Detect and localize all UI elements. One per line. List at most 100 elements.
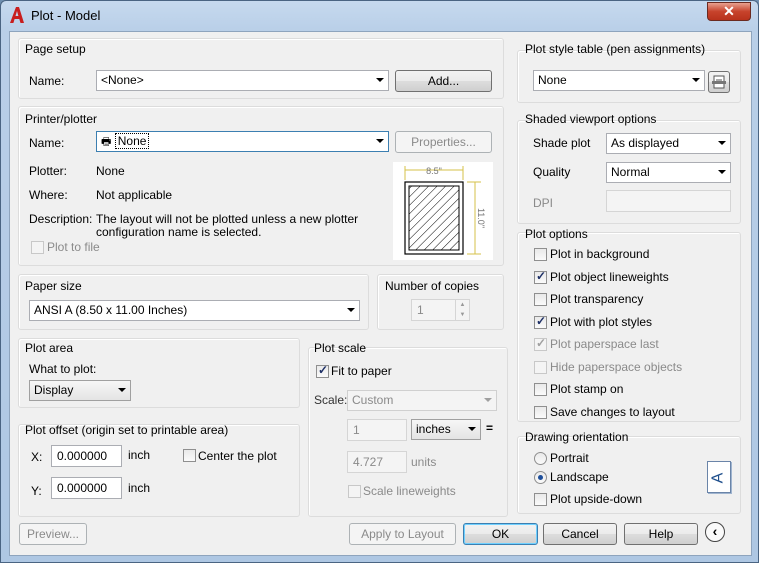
printer-properties-button[interactable]: Properties... — [395, 131, 492, 153]
plot-offset-title: Plot offset (origin set to printable are… — [25, 423, 229, 437]
offset-y-input[interactable]: 0.000000 — [51, 477, 122, 499]
plot-option-checkbox[interactable] — [534, 293, 547, 306]
scale-units-select[interactable]: inches — [411, 419, 481, 440]
plot-to-file-checkbox[interactable] — [31, 241, 44, 254]
center-plot-checkbox[interactable] — [183, 449, 196, 462]
quality-label: Quality — [533, 165, 571, 179]
what-to-plot-select[interactable]: Display — [29, 380, 131, 401]
upside-down-label: Plot upside-down — [550, 492, 643, 506]
upside-down-checkbox[interactable] — [534, 493, 547, 506]
drawing-orientation-title: Drawing orientation — [525, 430, 629, 444]
help-button[interactable]: Help — [624, 523, 698, 545]
close-button[interactable]: ✕ — [707, 2, 751, 21]
cancel-button[interactable]: Cancel — [543, 523, 617, 545]
printer-icon: 🖶 — [101, 136, 112, 148]
plot-option-label: Plot with plot styles — [550, 314, 653, 329]
preview-button[interactable]: Preview... — [19, 523, 87, 545]
plot-dialog-window: Plot - Model ✕ Page setup Name: <None> A… — [0, 0, 759, 563]
orientation-preview-letter: A — [709, 472, 727, 484]
scale-denominator-unit: units — [411, 455, 437, 469]
page-setup-name-label: Name: — [29, 74, 65, 88]
center-plot-label: Center the plot — [198, 449, 277, 463]
scale-numerator-value: 1 — [353, 423, 360, 437]
scale-denominator-value: 4.727 — [353, 455, 384, 469]
description-label: Description: — [29, 212, 93, 226]
page-setup-name-select[interactable]: <None> — [96, 70, 389, 91]
shaded-viewport-title: Shaded viewport options — [525, 112, 657, 126]
what-to-plot-label: What to plot: — [29, 362, 97, 376]
portrait-label: Portrait — [550, 451, 589, 465]
plot-option-label: Plot transparency — [550, 292, 644, 306]
dialog-body: Page setup Name: <None> Add... Printer/p… — [9, 31, 752, 556]
copies-input[interactable]: 1 ▲ ▼ — [411, 299, 470, 321]
landscape-radio[interactable] — [534, 471, 547, 484]
plot-option-label: Save changes to layout — [550, 404, 675, 419]
scale-denominator-input[interactable]: 4.727 — [347, 451, 407, 473]
paper-size-value: ANSI A (8.50 x 11.00 Inches) — [34, 303, 188, 317]
plot-style-title: Plot style table (pen assignments) — [525, 42, 706, 56]
copies-value: 1 — [417, 303, 424, 317]
plot-style-value: None — [538, 73, 567, 87]
chevron-left-icon: ‹ — [712, 523, 718, 539]
plot-option-label: Plot object lineweights — [550, 269, 669, 284]
plot-offset-group — [18, 424, 300, 517]
plotter-value: None — [96, 164, 125, 178]
apply-to-layout-button[interactable]: Apply to Layout — [349, 523, 456, 545]
scale-equals-sign: = — [486, 421, 494, 435]
offset-y-label: Y: — [31, 484, 42, 498]
offset-y-value: 0.000000 — [57, 481, 108, 495]
copies-up-icon[interactable]: ▲ — [456, 300, 469, 310]
plot-options-title: Plot options — [525, 227, 588, 241]
what-to-plot-value: Display — [34, 383, 74, 397]
paper-preview-icon: 8.5" 11.0" — [393, 162, 493, 260]
where-label: Where: — [29, 188, 68, 202]
paper-size-title: Paper size — [25, 279, 82, 293]
expand-options-button[interactable]: ‹ — [705, 522, 725, 542]
offset-y-unit: inch — [128, 481, 151, 495]
window-title: Plot - Model — [31, 8, 101, 23]
fit-to-paper-checkbox[interactable] — [316, 363, 329, 378]
plot-area-title: Plot area — [25, 341, 74, 355]
printer-name-select[interactable]: 🖶 None — [96, 131, 389, 152]
dpi-input[interactable] — [606, 190, 731, 212]
offset-x-input[interactable]: 0.000000 — [51, 445, 122, 467]
plot-option-checkbox[interactable] — [534, 383, 547, 396]
page-setup-name-value: <None> — [101, 73, 144, 87]
plot-option-checkbox[interactable] — [534, 248, 547, 261]
copies-spinner[interactable]: ▲ ▼ — [455, 300, 469, 320]
scale-lineweights-checkbox[interactable] — [348, 485, 361, 498]
printer-name-value: None — [114, 133, 150, 149]
plot-style-edit-icon — [712, 75, 726, 89]
plot-style-edit-button[interactable] — [708, 71, 730, 93]
plot-option-label: Plot paperspace last — [550, 337, 659, 351]
scale-numerator-input[interactable]: 1 — [347, 419, 407, 441]
orientation-preview-icon: A — [707, 461, 731, 493]
title-bar[interactable]: Plot - Model ✕ — [1, 1, 758, 31]
quality-value: Normal — [611, 165, 650, 179]
plot-option-checkbox[interactable] — [534, 314, 547, 329]
plot-option-checkbox[interactable] — [534, 405, 547, 419]
plot-option-checkbox[interactable] — [534, 336, 547, 351]
preview-width-label: 8.5" — [426, 166, 442, 176]
scale-units-value: inches — [416, 422, 451, 436]
quality-select[interactable]: Normal — [606, 162, 731, 183]
plot-option-checkbox[interactable] — [534, 360, 547, 374]
dpi-label: DPI — [533, 196, 554, 210]
paper-size-select[interactable]: ANSI A (8.50 x 11.00 Inches) — [29, 300, 360, 321]
portrait-radio[interactable] — [534, 452, 547, 465]
landscape-label: Landscape — [550, 470, 609, 484]
description-line-2: configuration name is selected. — [96, 225, 262, 239]
page-setup-title: Page setup — [25, 42, 86, 56]
offset-x-value: 0.000000 — [57, 449, 108, 463]
scale-value: Custom — [352, 393, 394, 407]
shade-plot-select[interactable]: As displayed — [606, 133, 731, 154]
plot-option-checkbox[interactable] — [534, 269, 547, 284]
scale-select[interactable]: Custom — [347, 390, 497, 411]
plot-style-select[interactable]: None — [533, 70, 705, 91]
plot-option-label: Plot in background — [550, 247, 650, 261]
description-line-1: The layout will not be plotted unless a … — [96, 212, 359, 226]
ok-button[interactable]: OK — [463, 523, 538, 545]
page-setup-add-button[interactable]: Add... — [395, 70, 492, 92]
offset-x-label: X: — [31, 450, 43, 464]
copies-down-icon[interactable]: ▼ — [456, 310, 469, 320]
